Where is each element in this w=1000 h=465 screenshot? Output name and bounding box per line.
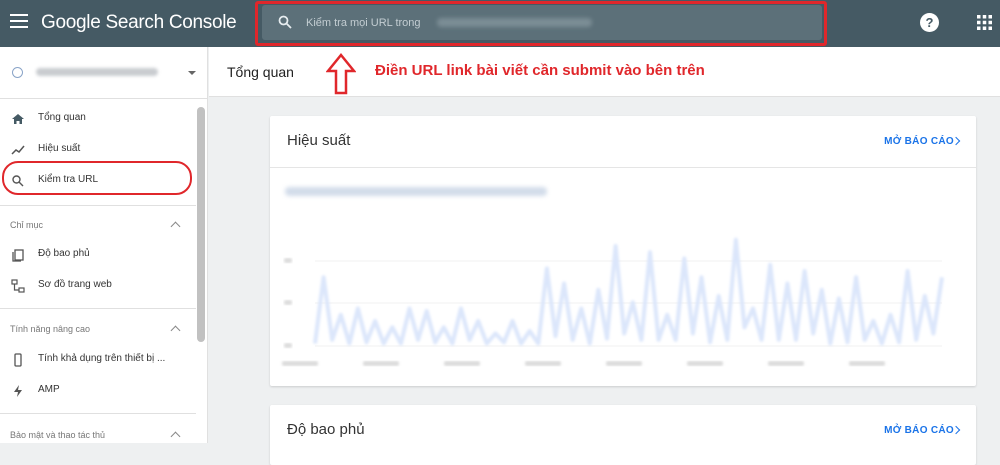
blurred-x-tick-label [768,361,804,366]
sitemap-icon [11,279,25,293]
performance-card: Hiệu suất MỞ BÁO CÁO [270,116,976,386]
page-title: Tổng quan [227,64,294,80]
app-logo: Google Search Console [41,12,237,33]
sidebar-divider [0,308,196,309]
copy-icon [12,249,24,262]
blurred-x-tick-label [687,361,723,366]
sidebar-divider [0,413,196,414]
sidebar-item-amp[interactable]: AMP [0,376,196,406]
sidebar-scrollbar[interactable] [197,107,205,342]
up-arrow-annotation-icon [326,53,356,95]
open-report-link[interactable]: MỞ BÁO CÁO [884,425,954,436]
sidebar-item-label: AMP [38,384,60,395]
chevron-up-icon[interactable] [170,431,181,442]
url-inspection-highlight [2,161,192,195]
blurred-x-tick-label [282,361,318,366]
phone-icon [14,353,22,367]
section-label-index: Chỉ mục [10,220,44,230]
property-selector[interactable] [0,47,207,99]
sidebar-item-label: Sơ đồ trang web [38,279,112,290]
hamburger-menu-icon[interactable] [10,14,28,28]
blurred-x-tick-label [849,361,885,366]
section-label-security: Bảo mật và thao tác thủ [10,430,106,440]
blurred-x-tick-label [363,361,399,366]
bolt-icon [14,385,22,397]
trending-icon [11,145,25,155]
blurred-x-tick-label [525,361,561,366]
card-divider [270,167,976,168]
blurred-x-tick-label [606,361,642,366]
section-label-enhancements: Tính năng nâng cao [10,324,91,334]
blurred-chart-legend [285,187,547,196]
sidebar-divider [0,205,196,206]
blurred-y-tick-label [284,258,292,263]
performance-chart [282,237,944,366]
chevron-up-icon[interactable] [170,221,181,232]
card-title: Hiệu suất [287,132,351,149]
sidebar-item-mobile-usability[interactable]: Tính khả dụng trên thiết bị ... [0,345,196,375]
property-globe-icon [12,67,23,78]
search-highlight-box [255,1,827,46]
help-icon[interactable]: ? [920,13,939,32]
chart-series-line [313,237,944,346]
blurred-y-tick-label [284,343,292,348]
sidebar: Tổng quan Hiệu suất Kiểm tra URL Chỉ mục… [0,47,208,443]
chevron-down-icon [188,71,196,75]
sidebar-item-sitemaps[interactable]: Sơ đồ trang web [0,271,196,301]
annotation-text: Điền URL link bài viết cần submit vào bê… [375,62,705,79]
apps-grid-icon[interactable] [977,15,992,30]
open-report-link[interactable]: MỞ BÁO CÁO [884,136,954,147]
sidebar-item-label: Tổng quan [38,112,86,123]
top-app-bar: Google Search Console ? [0,0,1000,47]
sidebar-item-coverage[interactable]: Độ bao phủ [0,240,196,270]
sidebar-item-label: Hiệu suất [38,143,81,154]
blurred-property-name [36,68,158,76]
page-header: Tổng quan Điền URL link bài viết cần sub… [209,47,1000,97]
sidebar-item-label: Độ bao phủ [38,248,90,259]
sidebar-item-overview[interactable]: Tổng quan [0,104,196,134]
card-title: Độ bao phủ [287,421,365,438]
sidebar-item-label: Tính khả dụng trên thiết bị ... [38,353,166,364]
home-icon [12,114,24,124]
coverage-card: Độ bao phủ MỞ BÁO CÁO [270,405,976,465]
chevron-up-icon[interactable] [170,325,181,336]
blurred-y-tick-label [284,300,292,305]
blurred-x-tick-label [444,361,480,366]
